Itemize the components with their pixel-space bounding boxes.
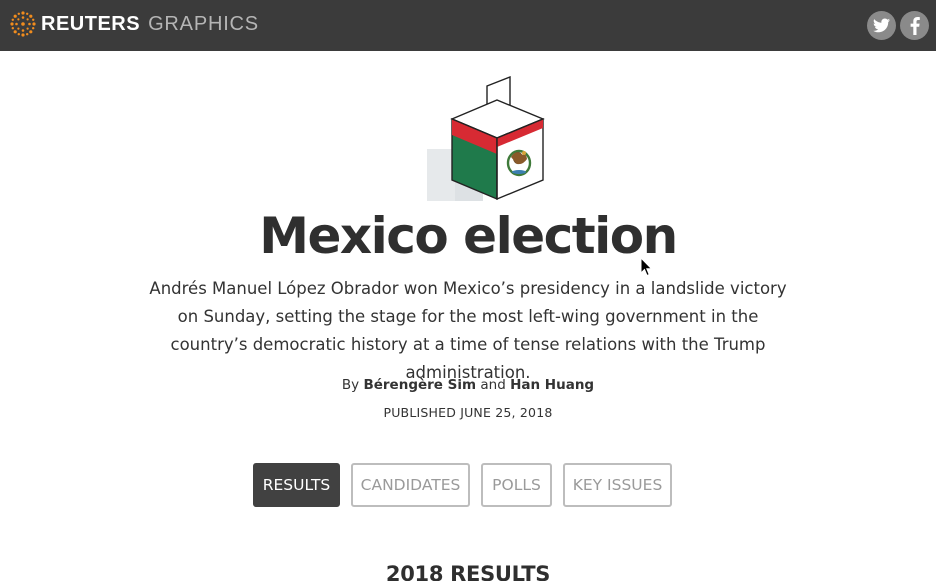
tab-candidates[interactable]: CANDIDATES [351, 463, 470, 507]
facebook-share-button[interactable] [900, 11, 929, 40]
byline: By Bérengère Sim and Han Huang [0, 377, 936, 393]
author-link[interactable]: Han Huang [510, 377, 594, 393]
top-bar: REUTERS GRAPHICS [0, 0, 936, 51]
byline-prefix: By [341, 377, 360, 393]
brand-name: REUTERS [41, 12, 141, 35]
facebook-icon [910, 16, 920, 35]
byline-conjunction: and [480, 377, 506, 393]
reuters-logo[interactable]: REUTERS GRAPHICS [10, 11, 259, 37]
article-dek: Andrés Manuel López Obrador won Mexico’s… [149, 279, 787, 382]
tab-key-issues[interactable]: KEY ISSUES [563, 463, 672, 507]
brand-section: GRAPHICS [148, 12, 259, 35]
tab-polls[interactable]: POLLS [481, 463, 552, 507]
ballot-box-icon [427, 76, 545, 201]
twitter-icon [873, 18, 890, 33]
mouse-cursor-icon [640, 257, 652, 277]
reuters-logo-icon [10, 11, 36, 37]
published-date: PUBLISHED JUNE 25, 2018 [383, 405, 553, 420]
section-title: 2018 RESULTS [385, 562, 551, 581]
tab-results[interactable]: RESULTS [253, 463, 340, 507]
twitter-share-button[interactable] [867, 11, 896, 40]
page-title: Mexico election [259, 207, 678, 265]
author-link[interactable]: Bérengère Sim [363, 377, 476, 393]
